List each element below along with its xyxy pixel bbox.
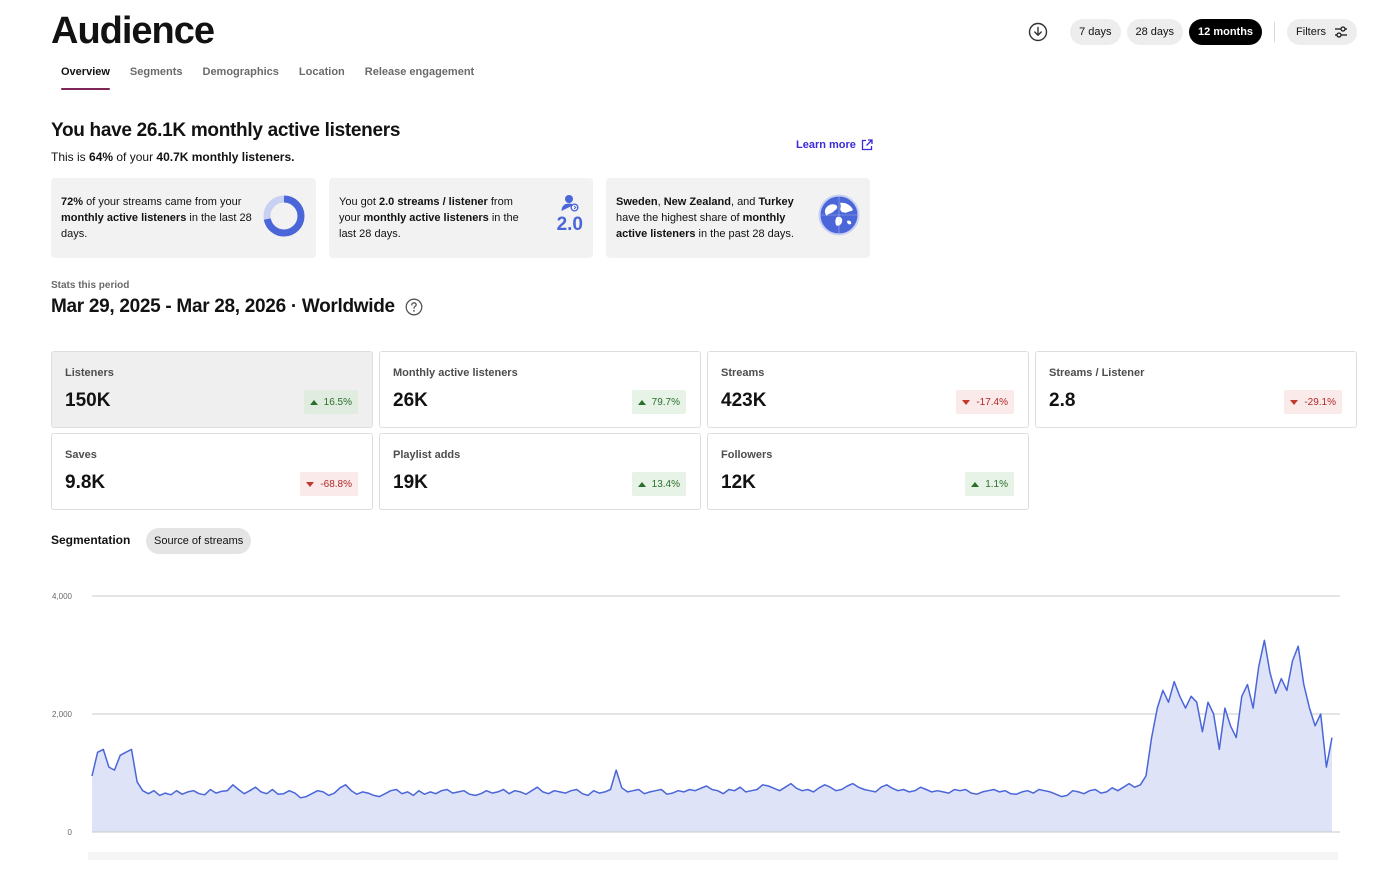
- tab-bar: Overview Segments Demographics Location …: [51, 66, 484, 90]
- stat-card-playlist-adds[interactable]: Playlist adds 19K 13.4%: [379, 433, 701, 510]
- stat-change-badge: 13.4%: [631, 472, 686, 496]
- download-button[interactable]: [1026, 20, 1050, 44]
- arrow-down-icon: [306, 481, 315, 487]
- stat-change-value: -29.1%: [1304, 396, 1336, 408]
- arrow-down-icon: [1290, 399, 1299, 405]
- stat-card-streams-listener[interactable]: Streams / Listener 2.8 -29.1%: [1035, 351, 1357, 428]
- stat-value: 26K: [393, 390, 428, 411]
- sliders-icon: [1335, 26, 1347, 38]
- stat-change-badge: 1.1%: [965, 472, 1014, 496]
- range-12-months-button[interactable]: 12 months: [1189, 19, 1263, 45]
- series-line: [91, 639, 1333, 799]
- top-controls: 7 days 28 days 12 months Filters: [1026, 19, 1357, 45]
- tab-overview[interactable]: Overview: [51, 66, 120, 90]
- stat-value: 150K: [65, 390, 111, 411]
- stat-card-listeners[interactable]: Listeners 150K 16.5%: [51, 351, 373, 428]
- stat-change-badge: 16.5%: [303, 390, 358, 414]
- stat-value: 2.8: [1049, 390, 1076, 411]
- y-tick-label: 0: [68, 828, 73, 837]
- stat-card-saves[interactable]: Saves 9.8K -68.8%: [51, 433, 373, 510]
- active-listeners-subtext: This is 64% of your 40.7K monthly listen…: [51, 150, 295, 164]
- external-link-icon: [861, 139, 873, 151]
- download-icon: [1028, 22, 1048, 42]
- arrow-down-icon: [962, 399, 971, 405]
- stat-change-badge: 79.7%: [631, 390, 686, 414]
- donut-chart-icon: [262, 194, 306, 243]
- stat-change-value: 1.1%: [985, 478, 1008, 490]
- stat-change-badge: -29.1%: [1284, 390, 1342, 414]
- stat-label: Playlist adds: [393, 449, 461, 461]
- arrow-up-icon: [971, 481, 980, 487]
- learn-more-label: Learn more: [796, 139, 856, 151]
- series-area: [92, 640, 1332, 832]
- stat-change-value: -17.4%: [976, 396, 1008, 408]
- ratio-value: 2.0: [556, 214, 583, 235]
- stat-value: 19K: [393, 472, 428, 493]
- filters-label: Filters: [1296, 26, 1326, 38]
- tab-location[interactable]: Location: [289, 66, 355, 90]
- stat-label: Streams: [721, 367, 765, 379]
- divider: [1274, 22, 1276, 42]
- person-icon: [561, 195, 579, 212]
- insight-text: Sweden, New Zealand, and Turkey have the…: [616, 196, 794, 240]
- chart-scrollbar[interactable]: [88, 852, 1338, 860]
- stat-label: Followers: [721, 449, 773, 461]
- tab-release-engagement[interactable]: Release engagement: [355, 66, 484, 90]
- listeners-chart: 4,000 2,000 0: [52, 592, 1340, 837]
- help-icon[interactable]: [405, 298, 423, 316]
- insight-text: You got 2.0 streams / listener from your…: [339, 196, 519, 240]
- page-title: Audience: [51, 10, 215, 52]
- arrow-up-icon: [309, 399, 318, 405]
- insight-card-streams-per-listener: You got 2.0 streams / listener from your…: [329, 178, 593, 258]
- segmentation-label: Segmentation: [51, 533, 131, 547]
- y-tick-label: 2,000: [52, 710, 73, 719]
- arrow-up-icon: [637, 481, 646, 487]
- stat-value: 9.8K: [65, 472, 106, 493]
- stat-change-badge: -68.8%: [300, 472, 358, 496]
- y-tick-label: 4,000: [52, 592, 73, 601]
- stat-label: Streams / Listener: [1049, 367, 1145, 379]
- range-28-days-button[interactable]: 28 days: [1126, 19, 1184, 45]
- stat-change-value: -68.8%: [320, 478, 352, 490]
- globe-icon: [818, 194, 860, 241]
- stat-label: Listeners: [65, 367, 114, 379]
- arrow-up-icon: [637, 399, 646, 405]
- tab-segments[interactable]: Segments: [120, 66, 193, 90]
- stat-card-monthly-active-listeners[interactable]: Monthly active listeners 26K 79.7%: [379, 351, 701, 428]
- stat-value: 423K: [721, 390, 767, 411]
- learn-more-link[interactable]: Learn more: [796, 139, 873, 151]
- stat-change-value: 13.4%: [651, 478, 680, 490]
- stat-label: Monthly active listeners: [393, 367, 518, 379]
- range-7-days-button[interactable]: 7 days: [1070, 19, 1121, 45]
- source-of-streams-button[interactable]: Source of streams: [146, 528, 252, 554]
- stat-value: 12K: [721, 472, 756, 493]
- tab-demographics[interactable]: Demographics: [193, 66, 289, 90]
- stat-change-badge: -17.4%: [956, 390, 1014, 414]
- stat-card-followers[interactable]: Followers 12K 1.1%: [707, 433, 1029, 510]
- ratio-graphic: 2.0: [556, 194, 583, 235]
- stat-change-value: 16.5%: [323, 396, 352, 408]
- insight-card-top-countries: Sweden, New Zealand, and Turkey have the…: [606, 178, 870, 258]
- period-value: Mar 29, 2025 - Mar 28, 2026 · Worldwide: [51, 296, 423, 318]
- period-label: Stats this period: [51, 280, 130, 291]
- filters-button[interactable]: Filters: [1287, 19, 1357, 45]
- insight-text: 72% of your streams came from your month…: [61, 196, 252, 240]
- period-range: Mar 29, 2025 - Mar 28, 2026 · Worldwide: [51, 296, 395, 317]
- active-listeners-heading: You have 26.1K monthly active listeners: [51, 120, 401, 141]
- stat-card-streams[interactable]: Streams 423K -17.4%: [707, 351, 1029, 428]
- insight-card-streams-share: 72% of your streams came from your month…: [51, 178, 316, 258]
- stat-change-value: 79.7%: [651, 396, 680, 408]
- stat-label: Saves: [65, 449, 97, 461]
